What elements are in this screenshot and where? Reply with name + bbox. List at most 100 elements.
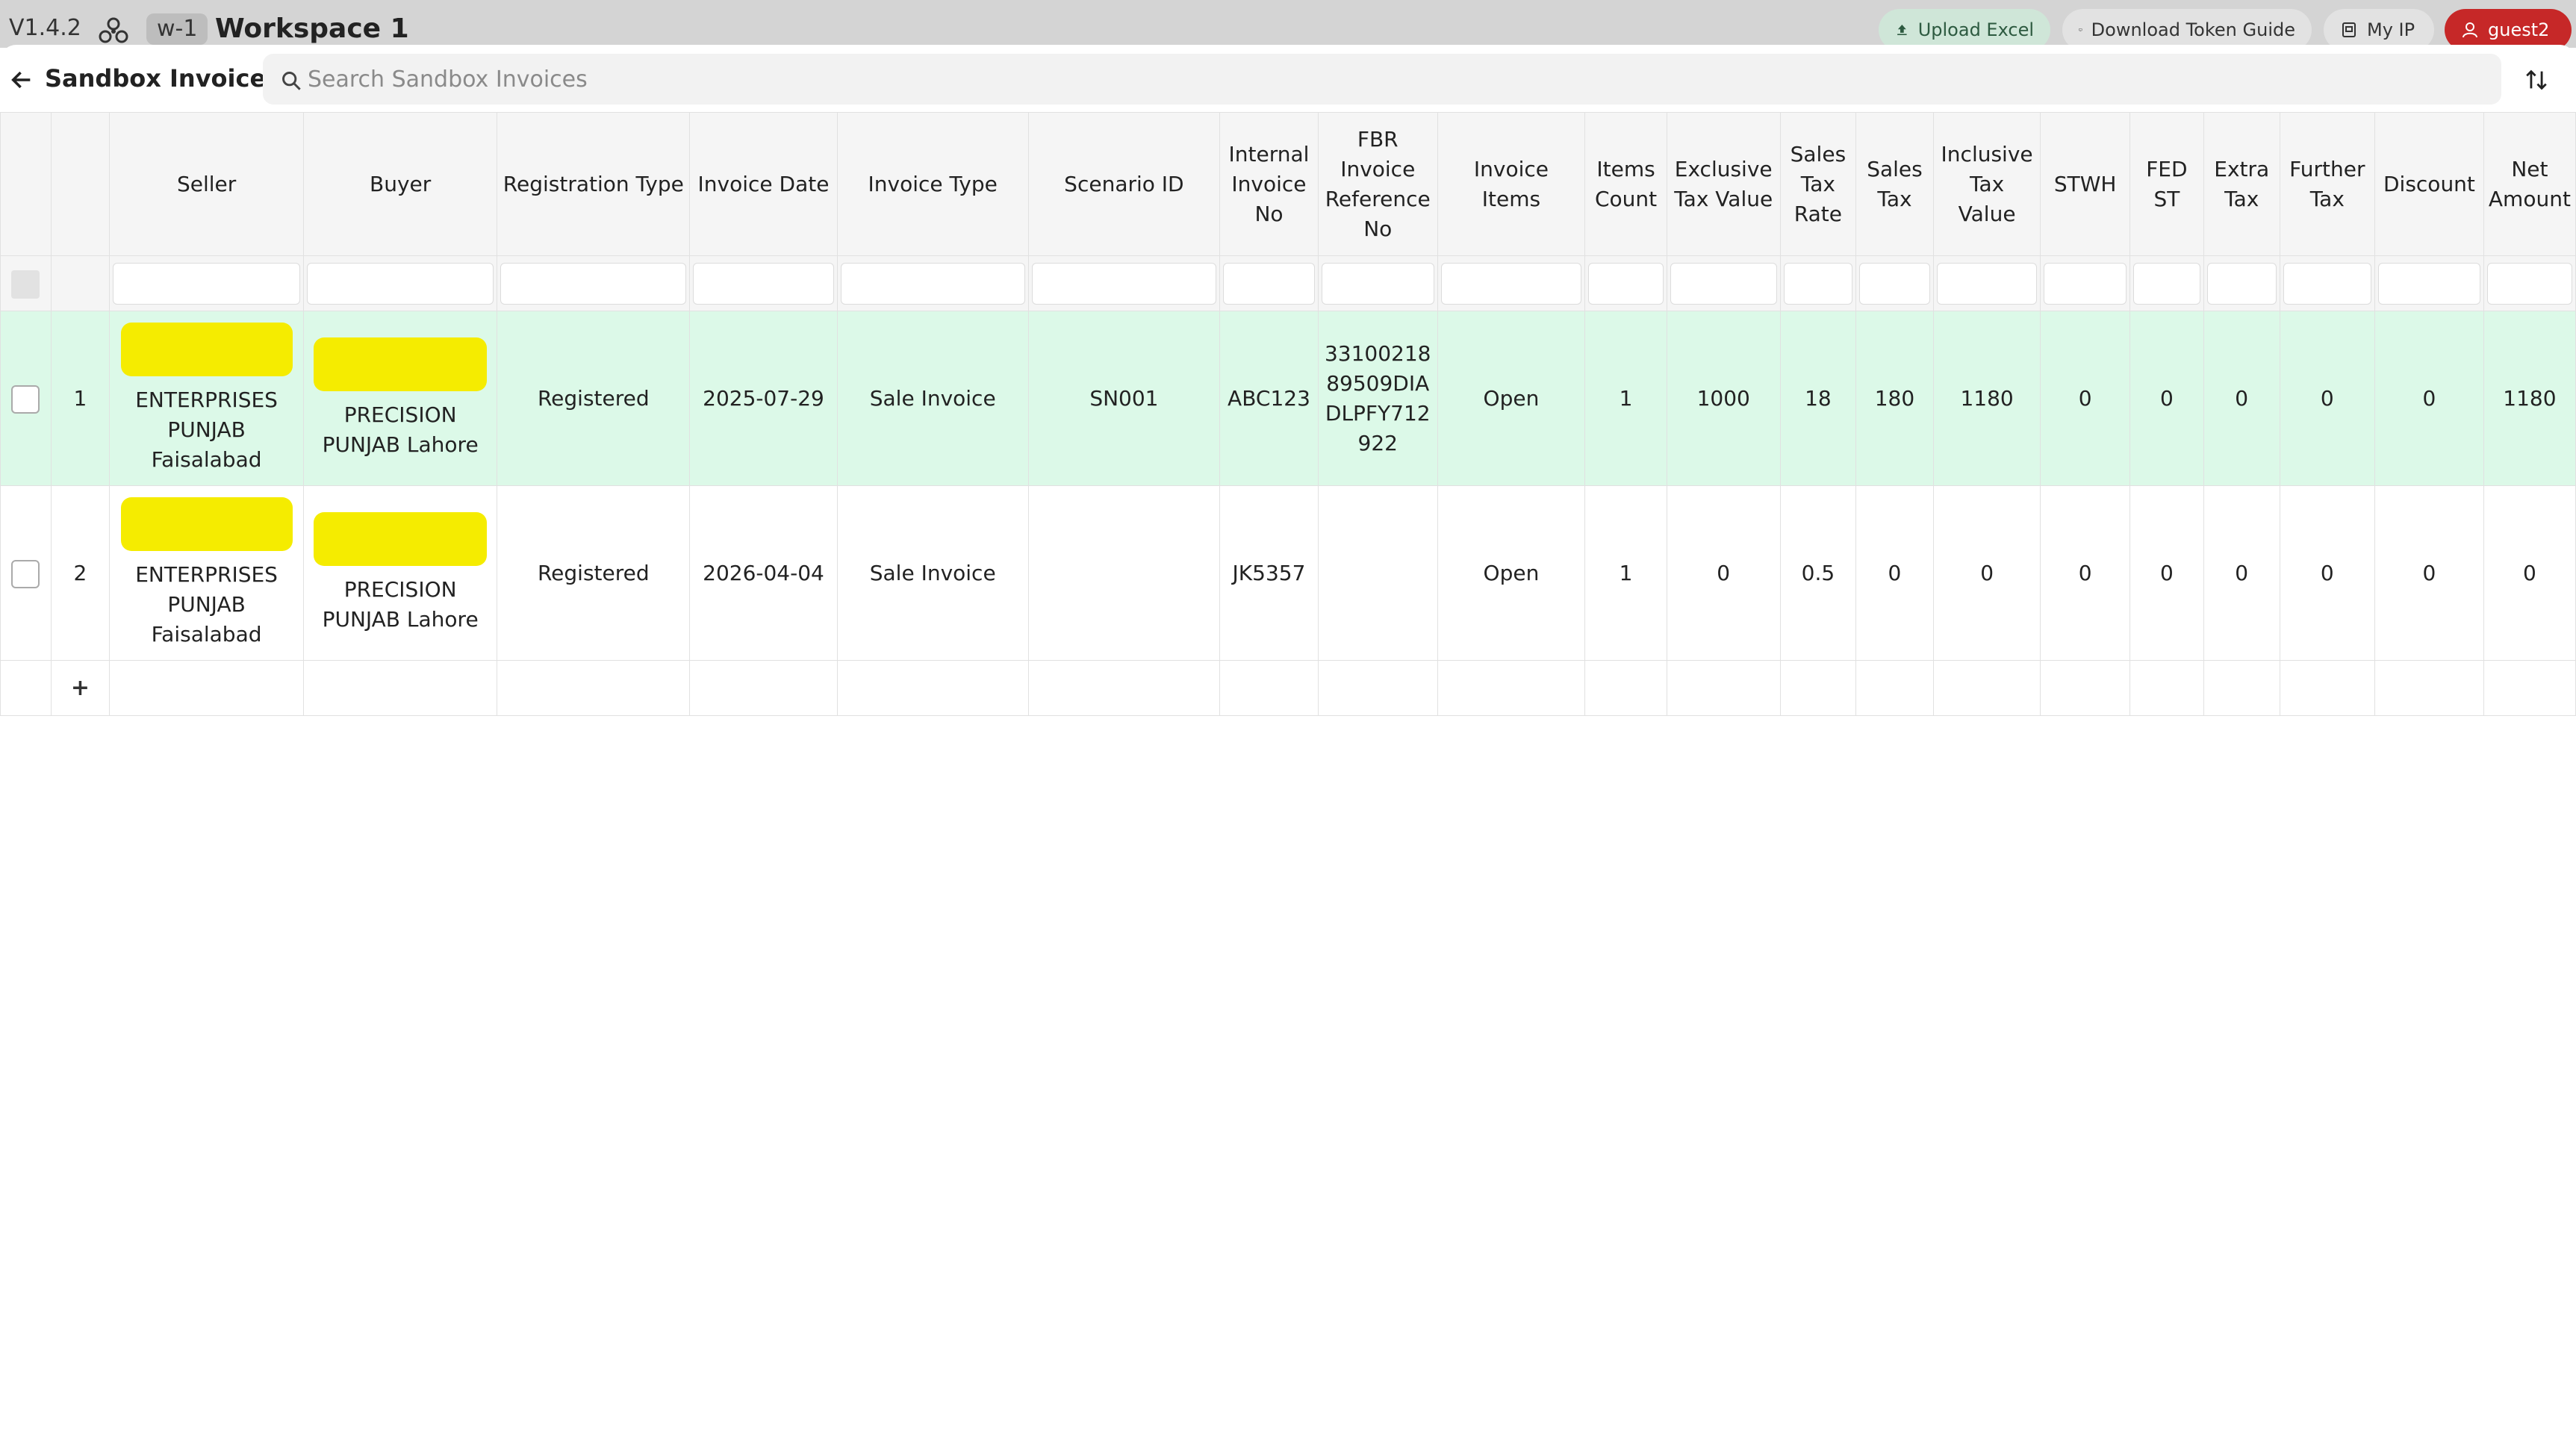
cell-exclusive-tax-value[interactable]: 1000 xyxy=(1666,311,1781,486)
header-inclusive-tax-value[interactable]: Inclusive Tax Value xyxy=(1932,112,2041,256)
cell-stwh[interactable]: 0 xyxy=(2040,485,2130,661)
filter-input-further-tax[interactable] xyxy=(2283,262,2372,305)
cell-further-tax[interactable]: 0 xyxy=(2279,311,2376,486)
header-net-amount[interactable]: Net Amount xyxy=(2483,112,2576,256)
header-exclusive-tax-value[interactable]: Exclusive Tax Value xyxy=(1666,112,1781,256)
select-all-cell[interactable] xyxy=(0,255,52,311)
cell-sales-tax[interactable]: 180 xyxy=(1855,311,1934,486)
cell-internal-invoice-no[interactable]: JK5357 xyxy=(1219,485,1319,661)
filter-input-invoice-date[interactable] xyxy=(693,262,834,305)
filter-input-inclusive-tax-value[interactable] xyxy=(1936,262,2038,305)
cell-sales-tax-rate[interactable]: 18 xyxy=(1779,311,1857,486)
cell-discount[interactable]: 0 xyxy=(2374,311,2484,486)
filter-input-fed-st[interactable] xyxy=(2132,262,2200,305)
header-registration-type[interactable]: Registration Type xyxy=(497,112,691,256)
header-fbr-reference-no[interactable]: FBR Invoice Reference No xyxy=(1317,112,1438,256)
table-row[interactable]: 1 ENTERPRISES PUNJAB Faisalabad PRECISIO… xyxy=(0,311,2576,486)
header-seller[interactable]: Seller xyxy=(109,112,304,256)
filter-input-discount[interactable] xyxy=(2378,262,2480,305)
filter-input-sales-tax[interactable] xyxy=(1859,262,1930,305)
header-invoice-type[interactable]: Invoice Type xyxy=(836,112,1029,256)
cell-invoice-items[interactable]: Open xyxy=(1437,311,1586,486)
cell-net-amount[interactable]: 1180 xyxy=(2483,311,2576,486)
cell-items-count[interactable]: 1 xyxy=(1584,311,1667,486)
cell-discount[interactable]: 0 xyxy=(2374,485,2484,661)
redacted-buyer-name xyxy=(314,337,488,391)
cell-invoice-type[interactable]: Sale Invoice xyxy=(836,311,1029,486)
cell-further-tax[interactable]: 0 xyxy=(2279,485,2376,661)
redacted-seller-name xyxy=(120,322,293,376)
table-row[interactable]: 2 ENTERPRISES PUNJAB Faisalabad PRECISIO… xyxy=(0,485,2576,661)
header-extra-tax[interactable]: Extra Tax xyxy=(2203,112,2280,256)
workspace-title: Workspace 1 xyxy=(215,13,409,44)
cell-extra-tax[interactable]: 0 xyxy=(2203,311,2280,486)
cell-buyer[interactable]: PRECISION PUNJAB Lahore xyxy=(302,311,498,486)
cell-invoice-date[interactable]: 2026-04-04 xyxy=(689,485,838,661)
filter-input-seller[interactable] xyxy=(113,262,300,305)
search-bar[interactable] xyxy=(263,54,2501,105)
cell-seller[interactable]: ENTERPRISES PUNJAB Faisalabad xyxy=(109,311,304,486)
cell-registration-type[interactable]: Registered xyxy=(497,311,691,486)
header-fed-st[interactable]: FED ST xyxy=(2129,112,2204,256)
cell-scenario-id[interactable] xyxy=(1027,485,1221,661)
cell-fed-st[interactable]: 0 xyxy=(2129,485,2204,661)
header-discount[interactable]: Discount xyxy=(2374,112,2484,256)
cell-invoice-type[interactable]: Sale Invoice xyxy=(836,485,1029,661)
cell-fbr-reference-no[interactable] xyxy=(1317,485,1438,661)
cell-seller[interactable]: ENTERPRISES PUNJAB Faisalabad xyxy=(109,485,304,661)
row-checkbox[interactable] xyxy=(11,559,40,588)
header-invoice-items[interactable]: Invoice Items xyxy=(1437,112,1586,256)
header-buyer[interactable]: Buyer xyxy=(302,112,498,256)
monitor-icon xyxy=(2079,28,2082,31)
cell-registration-type[interactable]: Registered xyxy=(497,485,691,661)
filter-input-stwh[interactable] xyxy=(2044,262,2127,305)
filter-input-internal-invoice-no[interactable] xyxy=(1223,262,1315,305)
sort-icon[interactable] xyxy=(2524,67,2549,93)
cell-fed-st[interactable]: 0 xyxy=(2129,311,2204,486)
header-stwh[interactable]: STWH xyxy=(2040,112,2130,256)
plus-icon[interactable]: + xyxy=(71,675,90,701)
cell-inclusive-tax-value[interactable]: 1180 xyxy=(1932,311,2041,486)
header-items-count[interactable]: Items Count xyxy=(1584,112,1667,256)
cell-invoice-items[interactable]: Open xyxy=(1437,485,1586,661)
header-invoice-date[interactable]: Invoice Date xyxy=(689,112,838,256)
cell-net-amount[interactable]: 0 xyxy=(2483,485,2576,661)
filter-input-exclusive-tax-value[interactable] xyxy=(1670,262,1777,305)
filter-input-extra-tax[interactable] xyxy=(2206,262,2277,305)
filter-input-scenario-id[interactable] xyxy=(1031,262,1217,305)
back-arrow-icon[interactable] xyxy=(9,67,34,93)
header-internal-invoice-no[interactable]: Internal Invoice No xyxy=(1219,112,1319,256)
header-further-tax[interactable]: Further Tax xyxy=(2279,112,2376,256)
filter-input-sales-tax-rate[interactable] xyxy=(1783,262,1853,305)
row-checkbox[interactable] xyxy=(11,385,40,414)
header-sales-tax-rate[interactable]: Sales Tax Rate xyxy=(1779,112,1857,256)
cell-sales-tax[interactable]: 0 xyxy=(1855,485,1934,661)
header-scenario-id[interactable]: Scenario ID xyxy=(1027,112,1221,256)
cell-extra-tax[interactable]: 0 xyxy=(2203,485,2280,661)
select-all-checkbox[interactable] xyxy=(11,270,40,299)
search-input[interactable] xyxy=(308,54,2473,105)
workspace-tag[interactable]: w-1 xyxy=(146,13,208,45)
add-row-button[interactable]: + xyxy=(50,660,111,716)
cell-sales-tax-rate[interactable]: 0.5 xyxy=(1779,485,1857,661)
cell-exclusive-tax-value[interactable]: 0 xyxy=(1666,485,1781,661)
cell-stwh[interactable]: 0 xyxy=(2040,311,2130,486)
filter-input-buyer[interactable] xyxy=(306,262,494,305)
cell-items-count[interactable]: 1 xyxy=(1584,485,1667,661)
cell-inclusive-tax-value[interactable]: 0 xyxy=(1932,485,2041,661)
row-select-cell[interactable] xyxy=(0,485,52,661)
filter-input-net-amount[interactable] xyxy=(2486,262,2572,305)
filter-input-registration-type[interactable] xyxy=(500,262,687,305)
filter-input-items-count[interactable] xyxy=(1588,262,1664,305)
filter-input-fbr-reference-no[interactable] xyxy=(1321,262,1434,305)
cell-fbr-reference-no[interactable]: 3310021889509DIADLPFY712922 xyxy=(1317,311,1438,486)
filter-input-invoice-items[interactable] xyxy=(1440,262,1582,305)
cell-invoice-date[interactable]: 2025-07-29 xyxy=(689,311,838,486)
row-select-cell[interactable] xyxy=(0,311,52,486)
filter-input-invoice-type[interactable] xyxy=(840,262,1025,305)
cell-buyer[interactable]: PRECISION PUNJAB Lahore xyxy=(302,485,498,661)
header-select xyxy=(0,112,52,256)
cell-internal-invoice-no[interactable]: ABC123 xyxy=(1219,311,1319,486)
cell-scenario-id[interactable]: SN001 xyxy=(1027,311,1221,486)
header-sales-tax[interactable]: Sales Tax xyxy=(1855,112,1934,256)
